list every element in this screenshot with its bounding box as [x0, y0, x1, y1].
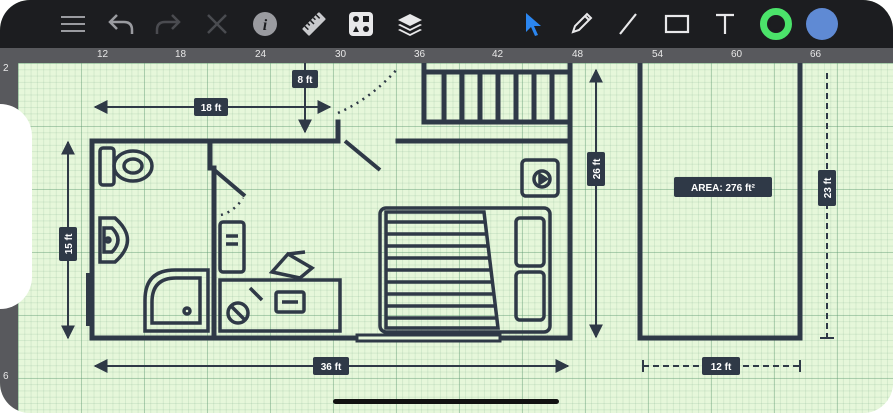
svg-text:i: i [263, 17, 268, 34]
label-left-height[interactable]: 15 ft [59, 227, 77, 261]
text-icon [716, 13, 734, 34]
stroke-color-swatch [760, 8, 792, 40]
floor-plan[interactable]: 8 ft 18 ft 15 ft 36 ft 26 ft AREA: 276 f… [18, 63, 893, 413]
ruler-tick: 54 [652, 49, 664, 60]
ruler-tick: 18 [175, 49, 187, 60]
label-bottom-width[interactable]: 36 ft [313, 357, 349, 375]
label-right-height[interactable]: 26 ft [587, 152, 605, 186]
line-button[interactable] [610, 6, 646, 42]
sink[interactable] [98, 216, 130, 264]
svg-text:12 ft: 12 ft [711, 362, 732, 373]
info-icon: i [253, 12, 277, 36]
svg-text:AREA: 276 ft²: AREA: 276 ft² [691, 183, 756, 194]
doors[interactable] [86, 67, 502, 343]
ruler-tick: 48 [572, 49, 584, 60]
bed[interactable] [378, 206, 552, 334]
rectangle-button[interactable] [659, 6, 695, 42]
svg-text:18 ft: 18 ft [201, 103, 222, 114]
ruler-tick: 30 [335, 49, 347, 60]
stroke-color-button[interactable] [758, 6, 794, 42]
horizontal-ruler: 12 18 24 30 36 42 48 54 60 66 [0, 48, 893, 63]
fill-color-button[interactable] [804, 6, 840, 42]
toilet[interactable] [98, 146, 154, 187]
drawing-canvas[interactable]: 8 ft 18 ft 15 ft 36 ft 26 ft AREA: 276 f… [18, 63, 893, 413]
vruler-tick: 2 [3, 63, 9, 74]
svg-text:8 ft: 8 ft [298, 75, 314, 86]
ruler-tick: 12 [97, 49, 109, 60]
info-button[interactable]: i [247, 6, 283, 42]
label-top-gap[interactable]: 8 ft [292, 70, 318, 88]
ruler-tick: 66 [810, 49, 822, 60]
undo-button[interactable] [103, 6, 139, 42]
close-button[interactable] [199, 6, 235, 42]
redo-button[interactable] [150, 6, 186, 42]
device-screen: 8 ft 18 ft 15 ft 36 ft 26 ft AREA: 276 f… [0, 0, 893, 413]
pencil-icon [571, 12, 593, 34]
redo-icon [155, 14, 181, 34]
svg-text:26 ft: 26 ft [592, 158, 603, 179]
label-area[interactable]: AREA: 276 ft² [674, 177, 772, 197]
shapes-icon [349, 12, 373, 36]
text-button[interactable] [707, 6, 743, 42]
ruler-tick: 24 [255, 49, 267, 60]
stairs[interactable] [424, 69, 570, 125]
fill-color-swatch [806, 8, 838, 40]
ruler-tick: 60 [731, 49, 743, 60]
layers-button[interactable] [392, 6, 428, 42]
svg-text:23 ft: 23 ft [823, 177, 834, 198]
pointer-icon [526, 13, 541, 36]
svg-text:36 ft: 36 ft [321, 362, 342, 373]
rectangle-icon [664, 14, 690, 34]
line-icon [619, 13, 637, 35]
pencil-button[interactable] [563, 6, 599, 42]
vruler-tick: 6 [3, 371, 9, 382]
device-notch [0, 104, 32, 309]
label-area-width[interactable]: 12 ft [702, 357, 740, 375]
undo-icon [108, 14, 134, 34]
toolbar: i [0, 0, 893, 48]
layers-icon [398, 14, 422, 36]
pointer-button[interactable] [515, 6, 551, 42]
ruler-button[interactable] [296, 6, 332, 42]
close-icon [207, 14, 227, 34]
menu-button[interactable] [55, 6, 91, 42]
shower[interactable] [143, 268, 210, 333]
menu-icon [61, 16, 85, 32]
label-top-width[interactable]: 18 ft [194, 98, 228, 116]
washing-machine[interactable] [520, 158, 560, 198]
svg-text:15 ft: 15 ft [64, 233, 75, 254]
home-indicator[interactable] [333, 399, 559, 404]
desk[interactable] [218, 220, 342, 333]
label-area-height[interactable]: 23 ft [818, 170, 836, 206]
shapes-button[interactable] [343, 6, 379, 42]
ruler-icon [302, 12, 326, 36]
ruler-tick: 42 [492, 49, 504, 60]
ruler-tick: 36 [414, 49, 426, 60]
